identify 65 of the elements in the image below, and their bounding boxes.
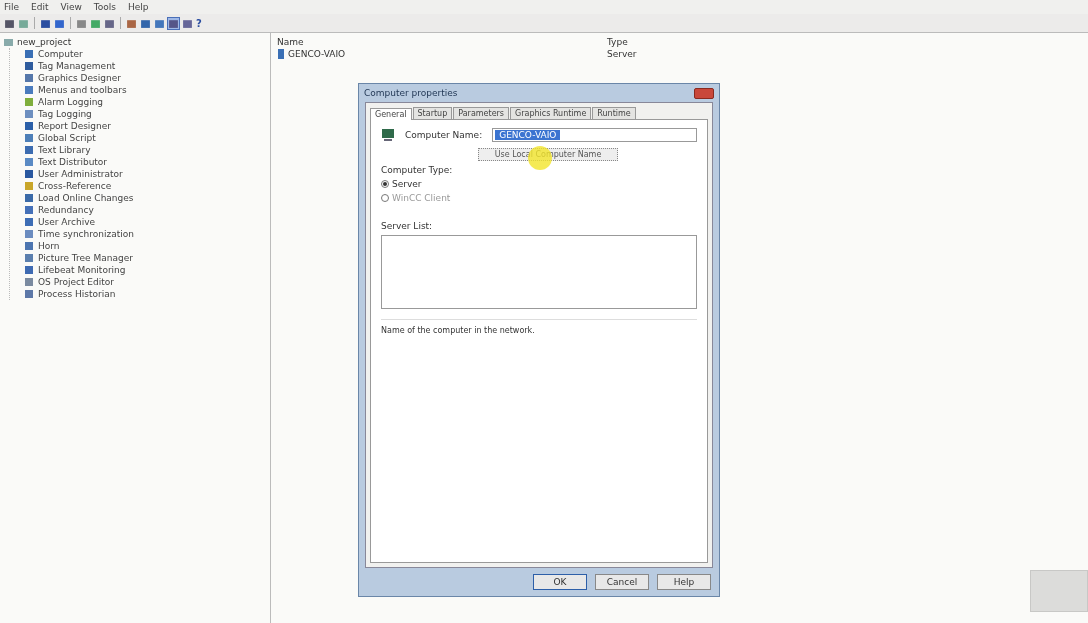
toolbar-icon[interactable] [154,17,165,29]
toolbar-icon[interactable] [168,17,179,29]
tree-item[interactable]: Text Library [38,145,91,155]
tree-item[interactable]: Alarm Logging [38,97,104,107]
toolbar-icon[interactable] [76,17,87,29]
computer-icon [381,128,395,142]
column-header[interactable]: Name [277,37,607,47]
tree-item[interactable]: Picture Tree Manager [38,253,133,263]
computer-name-field[interactable]: GENCO-VAIO [492,128,697,142]
menu-item[interactable]: Edit [31,2,49,12]
dialog-button[interactable]: OK [533,574,587,590]
tree-item[interactable]: Global Script [38,133,96,143]
close-button[interactable] [694,87,714,99]
menu-item[interactable]: View [60,2,82,12]
tree-item[interactable]: Lifebeat Monitoring [38,265,126,275]
tree-item[interactable]: Graphics Designer [38,73,121,83]
table-cell: GENCO-VAIO [288,49,346,59]
tab[interactable]: Parameters [453,107,510,119]
server-list[interactable] [381,235,697,309]
tree-item[interactable]: Redundancy [38,205,94,215]
toolbar-icon[interactable] [54,17,65,29]
dialog-title: Computer properties [364,88,458,98]
tree-item[interactable]: Horn [38,241,60,251]
column-header[interactable]: Type [607,37,807,47]
tree-item[interactable]: OS Project Editor [38,277,114,287]
tab[interactable]: General [370,108,412,120]
radio-label: WinCC Client [392,193,451,203]
dialog-button[interactable]: Help [657,574,711,590]
menu-item[interactable]: Help [128,2,149,12]
tree-item[interactable]: Time synchronization [38,229,134,239]
hint-text: Name of the computer in the network. [381,319,697,335]
tree-item[interactable]: Cross-Reference [38,181,112,191]
tree-item[interactable]: Text Distributor [38,157,108,167]
toolbar-icon[interactable] [40,17,51,29]
toolbar-icon[interactable] [140,17,151,29]
project-icon [4,37,14,47]
dialog-button[interactable]: Cancel [595,574,649,590]
tree-item[interactable]: User Archive [38,217,96,227]
tab[interactable]: Graphics Runtime [510,107,592,119]
table-cell-text: Server [607,49,638,59]
tree-item[interactable]: Tag Management [38,61,116,71]
radio-button[interactable] [381,180,389,188]
tree-item[interactable]: Process Historian [38,289,116,299]
field-label: Computer Name: [405,130,483,140]
tree-item[interactable]: User Administrator [38,169,123,179]
tab[interactable]: Runtime [592,107,636,119]
toolbar-icon[interactable] [126,17,137,29]
tree-item[interactable]: Tag Logging [38,109,92,119]
panel-background [1030,570,1088,612]
toolbar-icon[interactable] [104,17,115,29]
tree-item[interactable]: Menus and toolbars [38,85,127,95]
group-label: Computer Type: [381,165,454,175]
menu-item[interactable]: File [4,2,20,12]
menu-item[interactable]: Tools [93,2,117,12]
help-button[interactable]: ? [196,17,202,29]
tab[interactable]: Startup [412,107,453,119]
tree-root[interactable]: new_project [17,37,72,47]
tree-item[interactable]: Computer [38,49,83,59]
toolbar-icon[interactable] [182,17,193,29]
toolbar-icon[interactable] [4,17,15,29]
radio-label: Server [392,179,422,189]
tree-item[interactable]: Load Online Changes [38,193,134,203]
computer-icon [277,49,285,59]
tree-item[interactable]: Report Designer [38,121,111,131]
list-label: Server List: [381,221,434,231]
